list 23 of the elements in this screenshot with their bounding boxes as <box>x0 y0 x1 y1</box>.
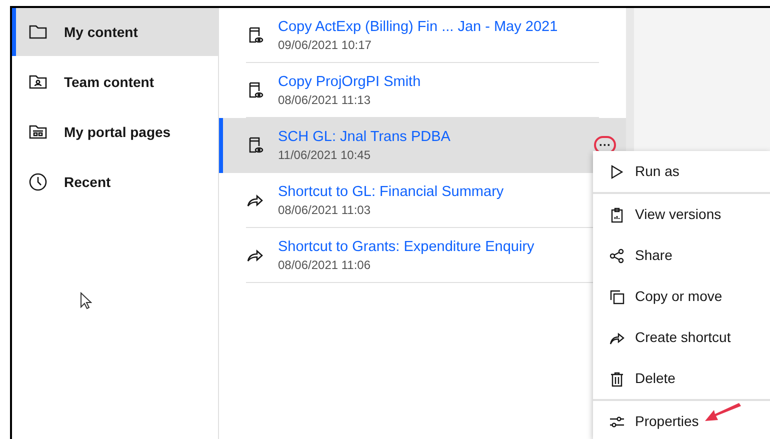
item-date: 09/06/2021 10:17 <box>278 36 372 54</box>
play-icon <box>609 164 625 180</box>
menu-item[interactable]: Delete <box>593 358 770 399</box>
trash-icon <box>609 370 625 386</box>
item-title-link[interactable]: SCH GL: Jnal Trans PDBA <box>278 126 450 146</box>
clock-icon <box>28 172 48 192</box>
menu-item[interactable]: Create shortcut <box>593 317 770 358</box>
item-title-link[interactable]: Copy ProjOrgPI Smith <box>278 72 421 92</box>
sidebar-item[interactable]: My content <box>12 8 218 56</box>
item-title-link[interactable]: Copy ActExp (Billing) Fin ... Jan - May 2021 <box>278 16 558 36</box>
item-date: 11/06/2021 10:45 <box>278 146 372 164</box>
item-date: 08/06/2021 11:03 <box>278 202 372 218</box>
sliders-icon <box>609 414 625 430</box>
item-title-link[interactable]: Shortcut to Grants: Expenditure Enquiry <box>278 236 534 256</box>
menu-item[interactable]: Properties <box>593 401 770 439</box>
mouse-pointer-icon <box>80 292 92 310</box>
item-title-link[interactable]: Shortcut to GL: Financial Summary <box>278 182 504 202</box>
clipboard-icon <box>609 206 625 222</box>
copy-icon <box>609 288 625 304</box>
content-row[interactable]: SCH GL: Jnal Trans PDBA 11/06/2021 10:45 ··· <box>219 118 626 173</box>
item-date: 08/06/2021 11:06 <box>278 256 372 274</box>
item-date: 08/06/2021 11:13 <box>278 92 372 108</box>
share-icon <box>609 248 625 264</box>
